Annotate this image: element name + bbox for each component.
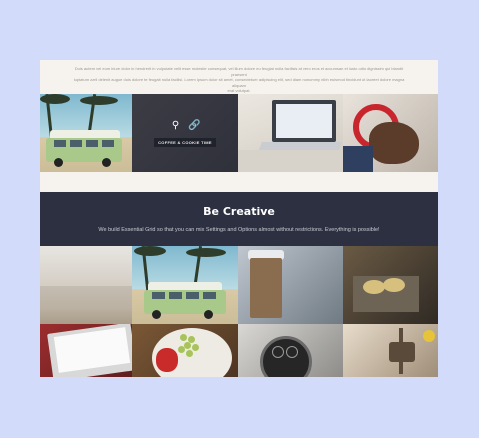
grid-row-1: ⚲ 🔗 COFFEE & COOKIE TIME xyxy=(40,94,438,172)
grid-item-vintage-van[interactable] xyxy=(40,94,132,172)
intro-line-3: erat volutpat. xyxy=(227,88,251,93)
essential-grid-card: Duis autem vel eum iriure dolor in hendr… xyxy=(40,60,438,377)
grid-item-watch[interactable] xyxy=(238,324,343,377)
hover-overlay: ⚲ 🔗 COFFEE & COOKIE TIME xyxy=(132,94,238,172)
grid-item-laptop-desk[interactable] xyxy=(238,94,343,172)
intro-line-1: Duis autem vel eum iriure dolor in hendr… xyxy=(74,66,404,77)
banner-subtitle: We build Essential Grid so that you can … xyxy=(98,227,380,233)
hover-label[interactable]: COFFEE & COOKIE TIME xyxy=(154,138,216,147)
grid-item-fruit-plate[interactable] xyxy=(132,324,238,377)
intro-line-2: luptatum zzril delenit augue duis dolore… xyxy=(73,77,405,88)
grid-item-workspace[interactable] xyxy=(343,324,438,377)
grid-item-tablet[interactable] xyxy=(40,324,132,377)
banner-title: Be Creative xyxy=(203,205,275,218)
search-icon[interactable]: ⚲ xyxy=(169,119,182,132)
grid-item-bike-glove[interactable] xyxy=(343,94,438,172)
be-creative-banner: Be Creative We build Essential Grid so t… xyxy=(40,192,438,246)
grid-item-foggy-beach[interactable] xyxy=(40,246,132,324)
link-icon[interactable]: 🔗 xyxy=(188,119,201,132)
intro-text: Duis autem vel eum iriure dolor in hendr… xyxy=(40,60,438,94)
grid-item-coffee-cup[interactable] xyxy=(238,246,343,324)
grid-row-2 xyxy=(40,246,438,324)
grid-item-vintage-van-2[interactable] xyxy=(132,246,238,324)
grid-row-3 xyxy=(40,324,438,377)
grid-item-coffee-cookie[interactable]: ⚲ 🔗 COFFEE & COOKIE TIME xyxy=(132,94,238,172)
grid-item-gold-box[interactable] xyxy=(343,246,438,324)
